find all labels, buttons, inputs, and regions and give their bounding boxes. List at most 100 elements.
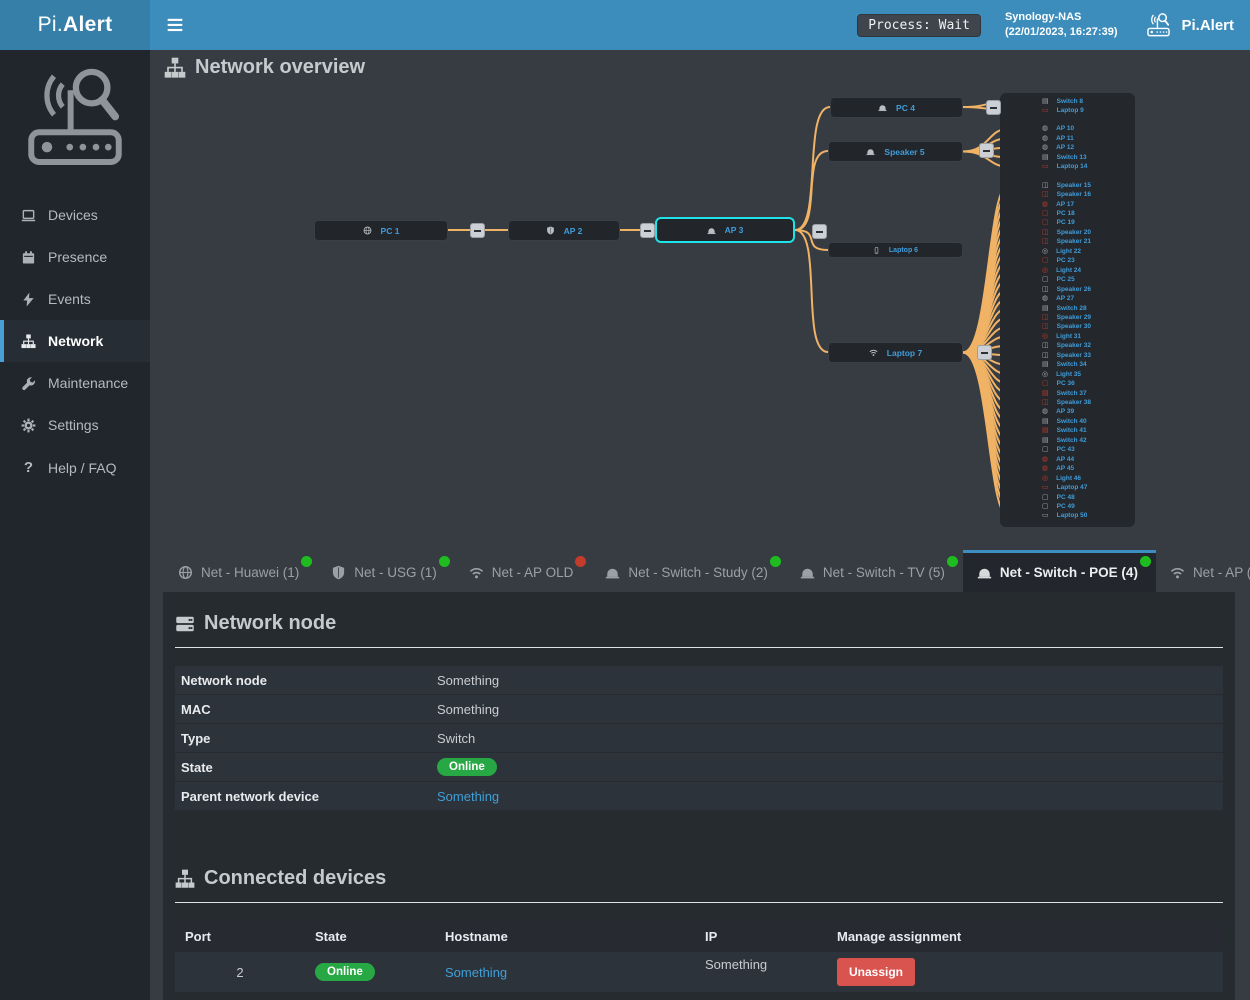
sidebar-item-devices[interactable]: Devices xyxy=(0,194,150,236)
tab-net-ap[interactable]: Net - AP (36) xyxy=(1156,550,1250,592)
sidebar-item-maintenance[interactable]: Maintenance xyxy=(0,362,150,404)
sidebar-item-presence[interactable]: Presence xyxy=(0,236,150,278)
status-dot-online xyxy=(301,556,312,567)
diagram-node-laptop7[interactable]: Laptop 7 xyxy=(828,342,963,363)
state-row: StateOnline xyxy=(175,753,1223,781)
brand[interactable]: Pi.Alert xyxy=(1145,12,1234,39)
device-row[interactable]: ◎Light 24 xyxy=(1000,266,1135,275)
collapse-button[interactable] xyxy=(986,100,1001,115)
node-label: PC 4 xyxy=(896,103,915,113)
device-row[interactable]: ▢PC 49 xyxy=(1000,502,1135,511)
device-row[interactable]: ▭Laptop 50 xyxy=(1000,511,1135,520)
column-header-manage: Manage assignment xyxy=(827,929,1223,944)
device-row[interactable]: ◍AP 10 xyxy=(1000,124,1135,133)
tab-net-switch-study[interactable]: Net - Switch - Study (2) xyxy=(591,550,786,592)
device-row[interactable]: ◍AP 39 xyxy=(1000,407,1135,416)
device-row[interactable]: ◍AP 17 xyxy=(1000,200,1135,209)
speaker-device-icon: ◫ xyxy=(1042,323,1049,330)
parent-device-link[interactable]: Something xyxy=(437,789,499,804)
tab-net-ap-old[interactable]: Net - AP OLD xyxy=(455,550,592,592)
diagram-node-pc4[interactable]: PC 4 xyxy=(830,97,963,118)
device-row[interactable]: ▭Laptop 9 xyxy=(1000,106,1135,115)
field-value: Something xyxy=(437,673,499,688)
device-row[interactable]: ◫Speaker 26 xyxy=(1000,285,1135,294)
collapse-button[interactable] xyxy=(979,143,994,158)
pc-device-icon: ▢ xyxy=(1042,219,1049,226)
device-row[interactable]: ◫Speaker 38 xyxy=(1000,398,1135,407)
device-row[interactable]: ◫Speaker 16 xyxy=(1000,190,1135,199)
device-row[interactable]: ◎Light 31 xyxy=(1000,332,1135,341)
device-row[interactable]: ◫Speaker 30 xyxy=(1000,322,1135,331)
device-row[interactable]: ▤Switch 34 xyxy=(1000,360,1135,369)
device-row[interactable]: ▢PC 48 xyxy=(1000,493,1135,502)
device-row[interactable]: ◍AP 11 xyxy=(1000,134,1135,143)
ip-value: Something xyxy=(695,957,827,972)
device-label: PC 36 xyxy=(1057,380,1075,387)
device-row[interactable]: ◍AP 27 xyxy=(1000,294,1135,303)
diagram-node-ap2[interactable]: AP 2 xyxy=(508,220,620,241)
device-row[interactable]: ▢PC 36 xyxy=(1000,379,1135,388)
sidebar-item-network[interactable]: Network xyxy=(0,320,150,362)
device-row[interactable]: ◫Speaker 32 xyxy=(1000,341,1135,350)
device-row[interactable]: ▤Switch 41 xyxy=(1000,426,1135,435)
network-edge xyxy=(795,230,828,352)
device-row[interactable]: ▤Switch 40 xyxy=(1000,417,1135,426)
collapse-button[interactable] xyxy=(470,223,485,238)
sidebar-item-events[interactable]: Events xyxy=(0,278,150,320)
device-row[interactable]: ▤Switch 8 xyxy=(1000,97,1135,106)
field-label: MAC xyxy=(175,702,437,717)
device-row[interactable]: ◎Light 35 xyxy=(1000,370,1135,379)
collapse-button[interactable] xyxy=(977,345,992,360)
device-row[interactable]: ◫Speaker 15 xyxy=(1000,181,1135,190)
hamburger-menu-icon[interactable] xyxy=(166,16,184,34)
light-device-icon: ◎ xyxy=(1042,371,1048,378)
laptop-device-icon: ▭ xyxy=(1042,163,1049,170)
device-row[interactable]: ▤Switch 37 xyxy=(1000,389,1135,398)
tab-net-switch-tv[interactable]: Net - Switch - TV (5) xyxy=(786,550,963,592)
hostname-link[interactable]: Something xyxy=(445,965,507,980)
divider xyxy=(175,647,1223,648)
switch-device-icon: ▤ xyxy=(1042,305,1049,312)
device-label: Speaker 26 xyxy=(1057,286,1091,293)
device-row[interactable]: ▢PC 18 xyxy=(1000,209,1135,218)
device-row[interactable]: ◎Light 46 xyxy=(1000,474,1135,483)
device-row[interactable]: ▢PC 43 xyxy=(1000,445,1135,454)
app-logo[interactable]: Pi.Alert xyxy=(0,0,150,50)
unassign-button[interactable]: Unassign xyxy=(837,958,915,986)
device-row[interactable]: ◫Speaker 21 xyxy=(1000,237,1135,246)
device-row[interactable]: ◍AP 44 xyxy=(1000,455,1135,464)
sidebar-item-settings[interactable]: Settings xyxy=(0,404,150,446)
device-row[interactable]: ▢PC 25 xyxy=(1000,275,1135,284)
device-row[interactable]: ▤Switch 28 xyxy=(1000,304,1135,313)
diagram-node-pc1[interactable]: PC 1 xyxy=(314,220,448,241)
sidebar-item-help[interactable]: ?Help / FAQ xyxy=(0,446,150,489)
device-row[interactable]: ◎Light 22 xyxy=(1000,247,1135,256)
device-row[interactable]: ▤Switch 42 xyxy=(1000,436,1135,445)
diagram-node-speaker5[interactable]: Speaker 5 xyxy=(828,141,963,162)
switch-icon xyxy=(866,147,875,156)
device-row[interactable]: ▭Laptop 47 xyxy=(1000,483,1135,492)
device-row[interactable]: ◫Speaker 33 xyxy=(1000,351,1135,360)
device-row[interactable]: ◍AP 12 xyxy=(1000,143,1135,152)
diagram-node-laptop6[interactable]: Laptop 6 xyxy=(828,242,963,258)
status-dot-online xyxy=(439,556,450,567)
device-row[interactable]: ▭Laptop 14 xyxy=(1000,162,1135,171)
device-row[interactable]: ▤Switch 13 xyxy=(1000,153,1135,162)
device-label: Laptop 47 xyxy=(1057,484,1088,491)
tab-label: Net - Switch - TV (5) xyxy=(823,565,945,580)
collapse-button[interactable] xyxy=(640,223,655,238)
device-label: Switch 41 xyxy=(1057,427,1087,434)
device-row[interactable]: ◫Speaker 20 xyxy=(1000,228,1135,237)
tab-net-huawei[interactable]: Net - Huawei (1) xyxy=(164,550,317,592)
diagram-node-ap3-selected[interactable]: AP 3 xyxy=(655,217,795,243)
collapse-button[interactable] xyxy=(812,224,827,239)
device-row[interactable]: ▢PC 23 xyxy=(1000,256,1135,265)
switch-device-icon: ▤ xyxy=(1042,418,1049,425)
tab-net-usg[interactable]: Net - USG (1) xyxy=(317,550,455,592)
device-row[interactable]: ◍AP 45 xyxy=(1000,464,1135,473)
device-row[interactable]: ▢PC 19 xyxy=(1000,218,1135,227)
light-device-icon: ◎ xyxy=(1042,333,1048,340)
device-label: PC 18 xyxy=(1057,210,1075,217)
tab-net-switch-poe[interactable]: Net - Switch - POE (4) xyxy=(963,550,1156,592)
device-row[interactable]: ◫Speaker 29 xyxy=(1000,313,1135,322)
